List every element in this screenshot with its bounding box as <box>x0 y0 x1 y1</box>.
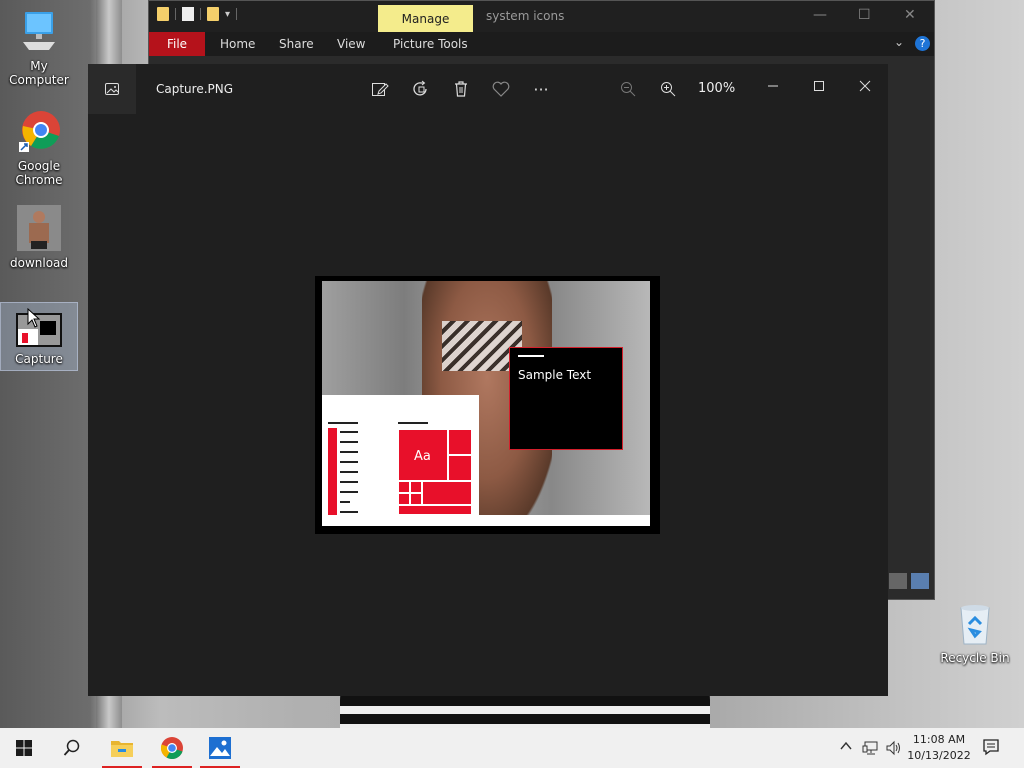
rotate-icon[interactable] <box>410 78 432 100</box>
divider <box>236 8 238 20</box>
ribbon-tabs: File Home Share View Picture Tools ⌄ ? <box>149 32 934 56</box>
photos-viewer-window[interactable]: Capture.PNG ··· 100% Aa Sample Text <box>88 64 888 696</box>
window-title: system icons <box>486 9 565 23</box>
large-icons-view-icon[interactable] <box>911 573 929 589</box>
new-folder-icon[interactable] <box>207 7 219 21</box>
mouse-cursor-icon <box>27 308 41 328</box>
delete-icon[interactable] <box>450 78 472 100</box>
tab-home[interactable]: Home <box>220 37 255 51</box>
desktop-icon-google-chrome[interactable]: Google Chrome <box>1 106 77 187</box>
help-icon[interactable]: ? <box>915 36 930 51</box>
photos-app-icon[interactable] <box>88 64 136 114</box>
tab-share[interactable]: Share <box>279 37 314 51</box>
recycle-bin-icon <box>937 602 1013 649</box>
image-bottom-strip <box>479 515 650 526</box>
details-view-icon[interactable] <box>889 573 907 589</box>
network-icon[interactable] <box>862 740 880 759</box>
divider <box>175 8 176 20</box>
zoom-level[interactable]: 100% <box>698 81 735 96</box>
tile <box>398 505 472 515</box>
tab-manage[interactable]: Manage <box>378 5 473 32</box>
start-icon[interactable] <box>0 728 48 768</box>
zoom-out-icon[interactable] <box>617 78 639 100</box>
desktop-icon-label: Capture <box>15 352 63 366</box>
tile <box>398 493 410 505</box>
divider <box>398 422 428 424</box>
chrome-icon <box>1 106 77 157</box>
divider <box>518 355 544 357</box>
taskbar: 11:08 AM 10/13/2022 <box>0 728 1024 768</box>
close-icon[interactable]: ✕ <box>904 7 916 23</box>
view-switcher <box>889 573 929 589</box>
tile <box>410 493 422 505</box>
image-list-lines <box>340 431 358 521</box>
image-file-icon <box>1 205 77 254</box>
card-text: Sample Text <box>518 368 592 382</box>
displayed-image: Aa Sample Text <box>322 281 650 526</box>
close-icon[interactable] <box>853 74 877 98</box>
maximize-icon[interactable] <box>807 74 831 98</box>
search-icon[interactable] <box>48 728 96 768</box>
tab-file[interactable]: File <box>149 32 205 56</box>
desktop-icon-label: Recycle Bin <box>940 651 1010 665</box>
clock-time: 11:08 AM <box>912 733 966 746</box>
computer-icon <box>1 10 77 57</box>
tab-picture-tools[interactable]: Picture Tools <box>393 37 468 51</box>
notifications-icon[interactable] <box>982 738 1000 759</box>
quick-access-toolbar[interactable]: ▾ <box>157 7 238 21</box>
file-name: Capture.PNG <box>156 82 234 96</box>
tab-view[interactable]: View <box>337 37 365 51</box>
desktop-icon-label: My Computer <box>9 59 69 87</box>
tile <box>398 481 410 493</box>
explorer-titlebar: ▾ Manage system icons — ☐ ✕ <box>149 1 934 32</box>
divider <box>200 8 201 20</box>
edit-icon[interactable] <box>369 78 391 100</box>
minimize-icon[interactable]: — <box>813 7 827 23</box>
desktop-icon-my-computer[interactable]: My Computer <box>1 10 77 87</box>
maximize-icon[interactable]: ☐ <box>858 7 871 23</box>
more-icon[interactable]: ··· <box>530 78 552 100</box>
image-black-card: Sample Text <box>509 347 623 450</box>
chevron-down-icon[interactable]: ⌄ <box>894 35 904 49</box>
zoom-in-icon[interactable] <box>657 78 679 100</box>
desktop-icon-download[interactable]: download <box>1 205 77 270</box>
desktop-icon-recycle-bin[interactable]: Recycle Bin <box>937 602 1013 665</box>
tile <box>410 481 422 493</box>
tile <box>422 481 472 505</box>
photos-toolbar: Capture.PNG ··· 100% <box>88 64 888 114</box>
volume-icon[interactable] <box>885 740 903 759</box>
desktop-icon-label: Google Chrome <box>15 159 63 187</box>
tile <box>448 455 472 481</box>
folder-icon[interactable] <box>157 7 169 21</box>
system-clock[interactable]: 11:08 AM 10/13/2022 <box>906 732 972 764</box>
tile <box>448 429 472 455</box>
chrome-icon[interactable] <box>148 728 196 768</box>
minimize-icon[interactable] <box>761 74 785 98</box>
file-explorer-icon[interactable] <box>98 728 146 768</box>
image-tiles: Aa <box>398 429 472 515</box>
properties-icon[interactable] <box>182 7 194 21</box>
desktop-icon-label: download <box>9 256 69 270</box>
divider <box>328 422 358 424</box>
tile-label: Aa <box>414 449 431 464</box>
photos-icon[interactable] <box>196 728 244 768</box>
favorite-icon[interactable] <box>490 78 512 100</box>
chevron-up-icon[interactable] <box>839 740 853 755</box>
chevron-down-icon[interactable]: ▾ <box>225 9 230 20</box>
image-white-panel: Aa <box>322 395 479 526</box>
image-red-bar <box>328 428 337 515</box>
clock-date: 10/13/2022 <box>907 749 971 762</box>
image-frame: Aa Sample Text <box>315 276 660 534</box>
